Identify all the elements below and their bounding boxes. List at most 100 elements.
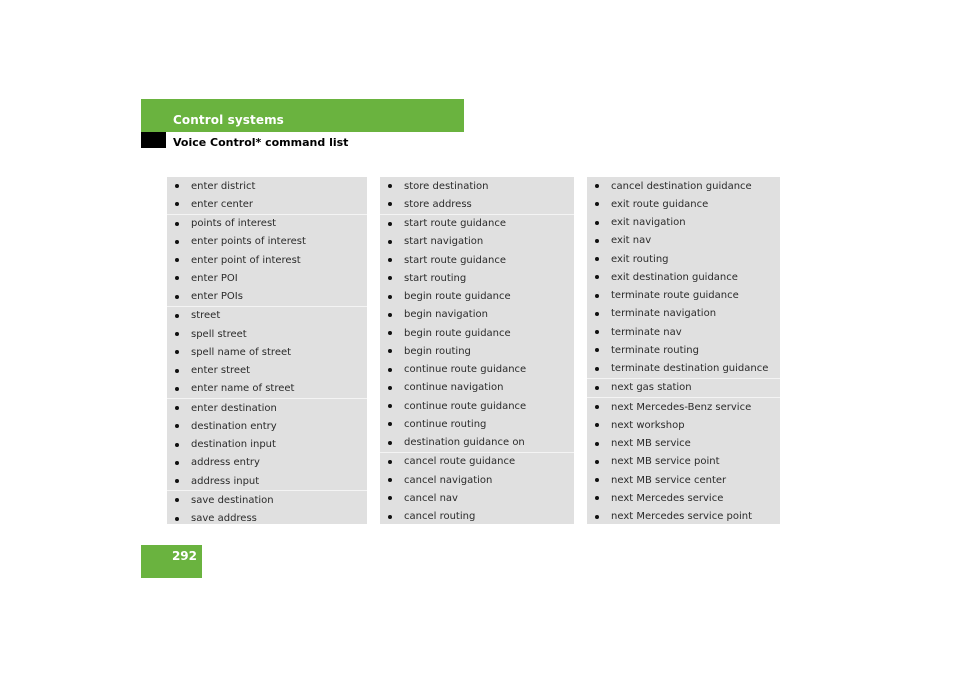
page-number: 292	[171, 549, 197, 563]
bullet-icon	[595, 478, 599, 483]
command-text: next gas station	[611, 382, 692, 394]
command-item: next workshop	[587, 416, 780, 434]
command-item: enter destination	[167, 399, 367, 417]
bullet-icon	[175, 498, 179, 503]
bullet-icon	[175, 332, 179, 337]
bullet-icon	[595, 330, 599, 335]
command-text: enter center	[191, 198, 254, 210]
command-text: start routing	[404, 272, 467, 284]
command-item: terminate destination guidance	[587, 360, 780, 378]
command-item: enter district	[167, 177, 367, 195]
bullet-icon	[388, 258, 392, 263]
command-item: points of interest	[167, 215, 367, 233]
command-group: enter district enter center	[167, 177, 367, 214]
bullet-icon	[595, 184, 599, 189]
bullet-icon	[175, 368, 179, 373]
command-item: continue routing	[380, 415, 574, 433]
command-item: terminate route guidance	[587, 287, 780, 305]
bullet-icon	[595, 348, 599, 353]
bullet-icon	[595, 220, 599, 225]
command-item: enter points of interest	[167, 233, 367, 251]
command-text: begin route guidance	[404, 291, 511, 303]
command-item: street	[167, 307, 367, 325]
command-group: cancel destination guidance exit route gu…	[587, 177, 780, 378]
command-text: continue navigation	[404, 382, 504, 394]
command-item: save destination	[167, 491, 367, 509]
command-column-2: store destination store address start rout…	[380, 177, 574, 524]
bullet-icon	[595, 405, 599, 410]
command-item: cancel destination guidance	[587, 177, 780, 195]
bullet-icon	[595, 496, 599, 501]
command-text: begin route guidance	[404, 327, 511, 339]
command-text: cancel nav	[404, 492, 458, 504]
command-text: next Mercedes-Benz service	[611, 401, 752, 413]
command-text: begin routing	[404, 345, 471, 357]
bullet-icon	[175, 202, 179, 207]
page-subtitle: Voice Control* command list	[173, 136, 349, 149]
command-group: store destination store address	[380, 177, 574, 214]
command-text: enter points of interest	[191, 236, 306, 248]
bullet-icon	[175, 424, 179, 429]
command-item: address entry	[167, 454, 367, 472]
bullet-icon	[595, 441, 599, 446]
command-column-1: enter district enter center points of inte…	[167, 177, 367, 524]
command-text: cancel destination guidance	[611, 180, 752, 192]
bullet-icon	[175, 386, 179, 391]
command-item: enter POIs	[167, 288, 367, 306]
bullet-icon	[388, 478, 392, 483]
command-text: cancel routing	[404, 511, 476, 523]
command-text: enter district	[191, 180, 256, 192]
bullet-icon	[388, 422, 392, 427]
command-text: enter POI	[191, 272, 238, 284]
bullet-icon	[175, 442, 179, 447]
command-text: begin navigation	[404, 309, 488, 321]
command-group: enter destination destination entry destin…	[167, 398, 367, 490]
command-text: street	[191, 310, 221, 322]
bullet-icon	[175, 239, 179, 244]
bullet-icon	[388, 514, 392, 519]
bullet-icon	[595, 257, 599, 262]
command-item: save address	[167, 510, 367, 528]
bullet-icon	[595, 275, 599, 280]
command-item: store destination	[380, 177, 574, 195]
bullet-icon	[595, 238, 599, 243]
command-text: store destination	[404, 180, 489, 192]
command-item: continue navigation	[380, 379, 574, 397]
command-text: destination entry	[191, 420, 277, 432]
bullet-icon	[175, 460, 179, 465]
command-text: cancel route guidance	[404, 456, 516, 468]
command-item: next Mercedes-Benz service	[587, 398, 780, 416]
command-text: enter POIs	[191, 291, 243, 303]
command-item: terminate navigation	[587, 305, 780, 323]
command-text: enter street	[191, 365, 251, 377]
command-item: enter point of interest	[167, 251, 367, 269]
command-item: terminate nav	[587, 323, 780, 341]
bullet-icon	[388, 440, 392, 445]
bullet-icon	[595, 423, 599, 428]
command-text: next MB service	[611, 438, 691, 450]
bullet-icon	[388, 184, 392, 189]
command-item: enter name of street	[167, 380, 367, 398]
bullet-icon	[388, 385, 392, 390]
command-text: save address	[191, 513, 257, 525]
command-item: enter street	[167, 362, 367, 380]
command-item: start route guidance	[380, 251, 574, 269]
command-text: terminate nav	[611, 326, 682, 338]
bullet-icon	[388, 404, 392, 409]
command-item: begin route guidance	[380, 324, 574, 342]
bullet-icon	[175, 294, 179, 299]
command-text: exit routing	[611, 253, 669, 265]
bullet-icon	[388, 202, 392, 207]
command-text: enter name of street	[191, 383, 295, 395]
command-item: destination entry	[167, 417, 367, 435]
command-text: next Mercedes service point	[611, 511, 753, 523]
command-text: exit nav	[611, 235, 652, 247]
command-item: cancel navigation	[380, 471, 574, 489]
bullet-icon	[388, 331, 392, 336]
command-text: exit destination guidance	[611, 271, 738, 283]
command-item: store address	[380, 195, 574, 213]
command-item: destination input	[167, 436, 367, 454]
command-text: points of interest	[191, 218, 277, 230]
command-text: enter destination	[191, 402, 277, 414]
command-group: street spell street spell name of street en…	[167, 305, 367, 398]
